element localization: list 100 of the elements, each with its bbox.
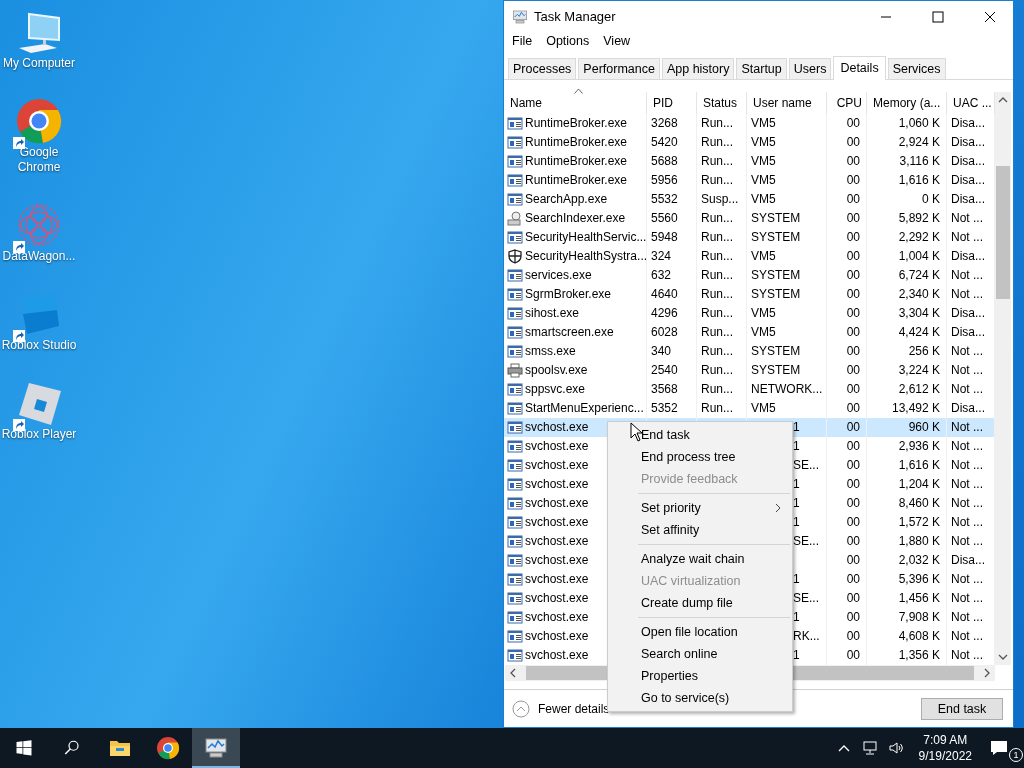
table-cell: 00 <box>846 610 860 624</box>
table-cell: 00 <box>846 458 860 472</box>
table-cell: Disa... <box>951 173 985 187</box>
table-cell: 256 K <box>908 344 940 358</box>
table-cell: Run... <box>701 230 733 244</box>
table-cell: 960 K <box>908 420 940 434</box>
table-cell: 00 <box>846 572 860 586</box>
table-cell: 00 <box>846 553 860 567</box>
table-cell: 1,060 K <box>898 116 940 130</box>
table-cell: 1,572 K <box>898 515 940 529</box>
table-cell: 3,224 K <box>898 363 940 377</box>
table-cell: Disa... <box>951 401 985 415</box>
table-cell: 324 <box>651 249 672 263</box>
table-cell: Not ... <box>951 496 983 510</box>
table-cell: 6,724 K <box>898 268 940 282</box>
table-cell: 00 <box>846 534 860 548</box>
table-cell: 1 <box>793 610 800 624</box>
table-cell: 5948 <box>651 230 678 244</box>
table-cell-text: svchost.exe <box>525 571 589 588</box>
table-cell: 4,608 K <box>898 629 940 643</box>
table-cell: Not ... <box>951 344 983 358</box>
table-cell: Run... <box>701 325 733 339</box>
table-cell: 3568 <box>651 382 678 396</box>
table-cell: Not ... <box>951 534 983 548</box>
table-cell: 00 <box>846 173 860 187</box>
table-cell: 4296 <box>651 306 678 320</box>
table-cell: 3,304 K <box>898 306 940 320</box>
table-cell: SYSTEM <box>751 363 801 377</box>
table-cell: 2,292 K <box>898 230 940 244</box>
table-cell-text: SearchIndexer.exe <box>525 210 626 227</box>
table-cell: VM5 <box>751 135 776 149</box>
table-cell: 2,924 K <box>898 135 940 149</box>
table-cell-text: smartscreen.exe <box>525 324 614 341</box>
table-cell: VM5 <box>751 173 776 187</box>
table-cell: 0 K <box>922 192 940 206</box>
table-cell: 1,616 K <box>898 173 940 187</box>
table-cell: Not ... <box>951 629 983 643</box>
table-cell: 1 <box>793 420 800 434</box>
table-cell: Susp... <box>701 192 739 206</box>
table-cell: 00 <box>846 439 860 453</box>
window-title: Task Manager <box>534 9 616 24</box>
table-cell: SYSTEM <box>751 344 801 358</box>
table-cell: 00 <box>846 344 860 358</box>
table-cell: Disa... <box>951 135 985 149</box>
table-cell: Not ... <box>951 382 983 396</box>
table-cell: Run... <box>701 363 733 377</box>
table-cell: Not ... <box>951 572 983 586</box>
table-cell: SYSTEM <box>751 268 801 282</box>
time: 7:09 AM <box>923 732 968 748</box>
table-cell: 00 <box>846 591 860 605</box>
table-cell: Not ... <box>951 287 983 301</box>
table-cell: 5,396 K <box>898 572 940 586</box>
table-cell: 00 <box>846 306 860 320</box>
table-cell: Not ... <box>951 477 983 491</box>
table-cell: 1 <box>793 496 800 510</box>
table-cell: Not ... <box>951 591 983 605</box>
table-cell-text: svchost.exe <box>525 476 589 493</box>
table-cell-text: SearchApp.exe <box>525 191 608 208</box>
table-cell: 4,424 K <box>898 325 940 339</box>
table-cell-text: sihost.exe <box>525 305 580 322</box>
table-cell: 00 <box>846 382 860 396</box>
table-cell-text: svchost.exe <box>525 628 589 645</box>
table-cell: 00 <box>846 477 860 491</box>
table-cell: 1 <box>793 477 800 491</box>
table-cell: 00 <box>846 515 860 529</box>
table-cell-text: services.exe <box>525 267 592 284</box>
table-cell-text: SecurityHealthServic... <box>525 229 647 246</box>
table-cell: SE... <box>793 458 819 472</box>
table-cell: 00 <box>846 648 860 662</box>
table-cell: Not ... <box>951 363 983 377</box>
table-cell: Not ... <box>951 439 983 453</box>
table-cell: 00 <box>846 420 860 434</box>
table-cell: 00 <box>846 287 860 301</box>
table-cell: 13,492 K <box>891 401 940 415</box>
table-cell: SYSTEM <box>751 211 801 225</box>
table-cell: SYSTEM <box>751 230 801 244</box>
table-cell: 2,340 K <box>898 287 940 301</box>
table-cell: Not ... <box>951 610 983 624</box>
table-cell: 5420 <box>651 135 678 149</box>
table-cell: 1 <box>793 515 800 529</box>
table-cell: 2,936 K <box>898 439 940 453</box>
table-cell-text: svchost.exe <box>525 590 589 607</box>
table-cell: Not ... <box>951 268 983 282</box>
table-cell: 00 <box>846 230 860 244</box>
table-cell: Not ... <box>951 648 983 662</box>
table-cell-text: svchost.exe <box>525 514 589 531</box>
table-cell: 00 <box>846 192 860 206</box>
table-cell-text: svchost.exe <box>525 495 589 512</box>
table-cell: VM5 <box>751 192 776 206</box>
table-cell: SE... <box>793 534 819 548</box>
table-cell: Not ... <box>951 211 983 225</box>
table-cell: VM5 <box>751 249 776 263</box>
date: 9/19/2022 <box>918 748 972 764</box>
table-cell-text: RuntimeBroker.exe <box>525 134 628 151</box>
table-cell: Run... <box>701 268 733 282</box>
table-cell: Disa... <box>951 154 985 168</box>
table-cell-text: svchost.exe <box>525 533 589 550</box>
table-cell: 5956 <box>651 173 678 187</box>
table-cell-text: svchost.exe <box>525 457 589 474</box>
table-cell: 5352 <box>651 401 678 415</box>
